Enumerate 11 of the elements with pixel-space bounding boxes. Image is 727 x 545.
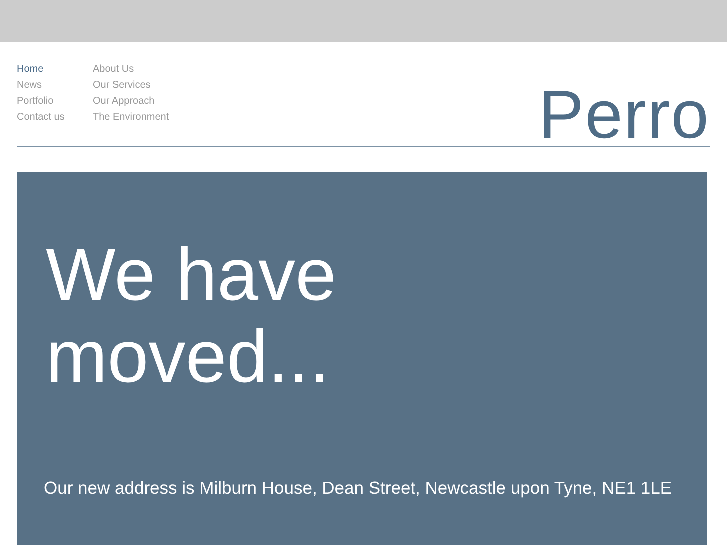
- nav-link[interactable]: Contact us: [17, 110, 65, 126]
- nav-link[interactable]: The Environment: [93, 110, 170, 126]
- logo[interactable]: Perro: [538, 81, 710, 149]
- nav-link[interactable]: News: [17, 78, 42, 94]
- nav-link[interactable]: Portfolio: [17, 94, 54, 110]
- address-text: Our new address is Milburn House, Dean Street, Newcastle upon Tyne, NE1 1LE: [44, 478, 674, 499]
- nav-link[interactable]: Our Approach: [93, 94, 155, 110]
- nav-link[interactable]: Home: [17, 62, 44, 78]
- nav-link[interactable]: About Us: [93, 62, 134, 78]
- hero-heading: We have moved...: [46, 234, 338, 400]
- nav-link[interactable]: Our Services: [93, 78, 151, 94]
